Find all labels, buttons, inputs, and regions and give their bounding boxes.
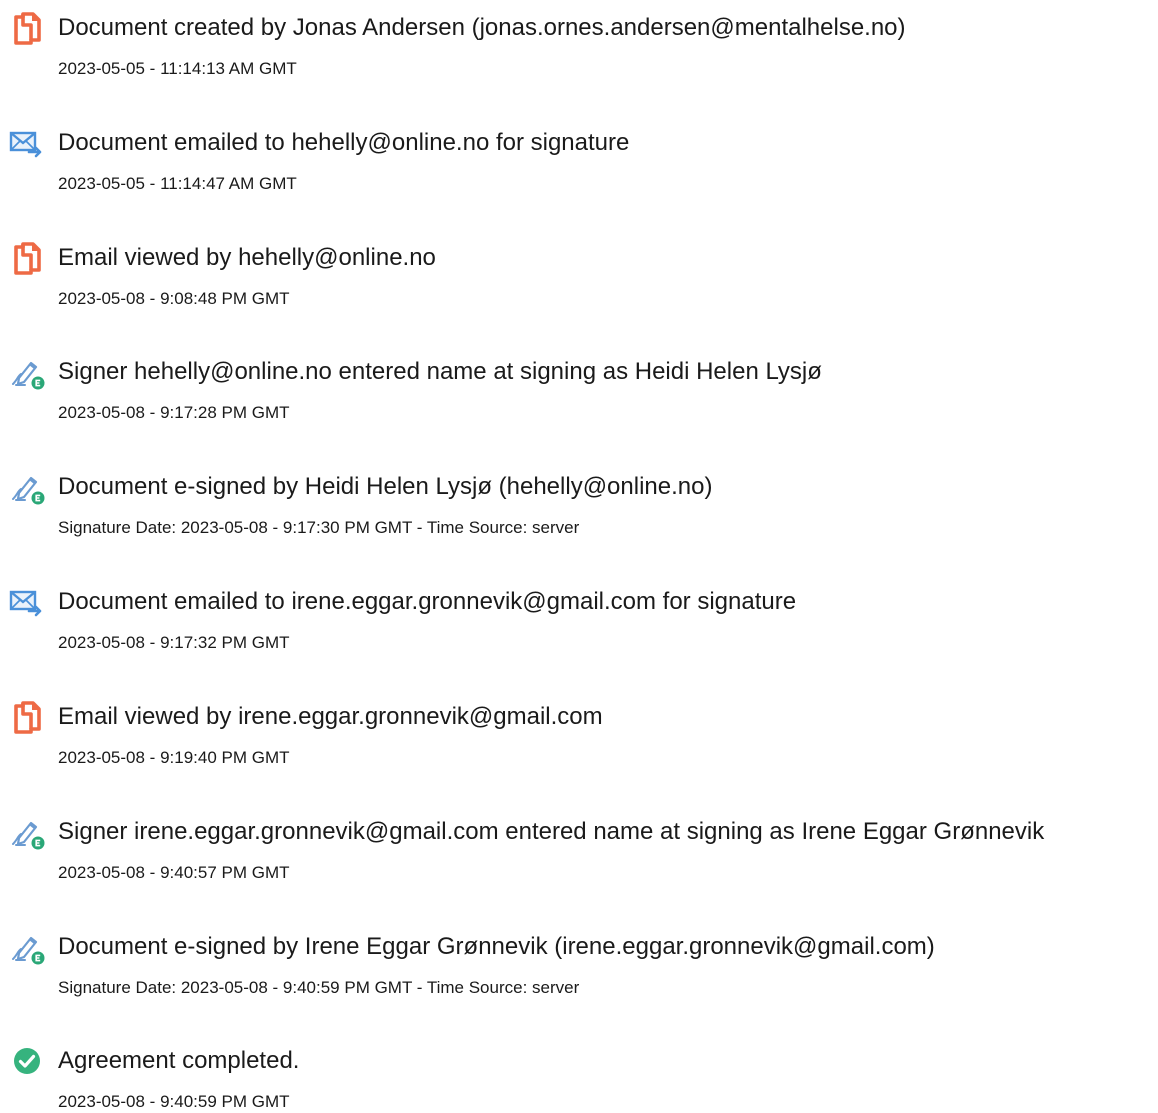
- event-title: Document created by Jonas Andersen (jona…: [58, 14, 906, 41]
- event-title: Agreement completed.: [58, 1047, 300, 1074]
- history-event: Document emailed to hehelly@online.no fo…: [0, 115, 1158, 195]
- event-title: Signer hehelly@online.no entered name at…: [58, 358, 822, 385]
- history-event: Document e-signed by Irene Eggar Grønnev…: [0, 919, 1158, 999]
- event-timestamp: 2023-05-08 - 9:40:57 PM GMT: [58, 863, 290, 882]
- event-timestamp: 2023-05-05 - 11:14:13 AM GMT: [58, 59, 297, 78]
- pen-signature-icon: [9, 814, 45, 850]
- event-title: Document emailed to hehelly@online.no fo…: [58, 129, 630, 156]
- event-timestamp: 2023-05-08 - 9:17:28 PM GMT: [58, 403, 290, 422]
- email-sent-icon: [9, 584, 45, 620]
- history-event: Signer irene.eggar.gronnevik@gmail.com e…: [0, 804, 1158, 884]
- event-timestamp: 2023-05-08 - 9:08:48 PM GMT: [58, 289, 290, 308]
- pen-signature-icon: [9, 929, 45, 965]
- pen-signature-icon: [9, 354, 45, 390]
- document-icon: [9, 10, 45, 46]
- check-circle-icon: [9, 1043, 45, 1079]
- history-event: Email viewed by irene.eggar.gronnevik@gm…: [0, 689, 1158, 769]
- history-event: Document created by Jonas Andersen (jona…: [0, 0, 1158, 80]
- history-event: Agreement completed. 2023-05-08 - 9:40:5…: [0, 1033, 1158, 1113]
- event-timestamp: 2023-05-08 - 9:19:40 PM GMT: [58, 748, 290, 767]
- event-timestamp: 2023-05-08 - 9:40:59 PM GMT: [58, 1092, 290, 1111]
- history-event: Email viewed by hehelly@online.no 2023-0…: [0, 230, 1158, 310]
- event-timestamp: 2023-05-08 - 9:17:32 PM GMT: [58, 633, 290, 652]
- signature-date: Signature Date: 2023-05-08 - 9:40:59 PM …: [58, 978, 580, 997]
- history-event: Document emailed to irene.eggar.gronnevi…: [0, 574, 1158, 654]
- event-title: Document e-signed by Irene Eggar Grønnev…: [58, 933, 935, 960]
- email-sent-icon: [9, 125, 45, 161]
- document-icon: [9, 240, 45, 276]
- event-title: Signer irene.eggar.gronnevik@gmail.com e…: [58, 818, 1045, 845]
- pen-signature-icon: [9, 469, 45, 505]
- event-title: Document emailed to irene.eggar.gronnevi…: [58, 588, 797, 615]
- event-title: Email viewed by irene.eggar.gronnevik@gm…: [58, 703, 603, 730]
- history-event: Document e-signed by Heidi Helen Lysjø (…: [0, 459, 1158, 539]
- event-title: Document e-signed by Heidi Helen Lysjø (…: [58, 473, 713, 500]
- history-event: Signer hehelly@online.no entered name at…: [0, 344, 1158, 424]
- event-timestamp: 2023-05-05 - 11:14:47 AM GMT: [58, 174, 297, 193]
- signature-date: Signature Date: 2023-05-08 - 9:17:30 PM …: [58, 518, 580, 537]
- document-icon: [9, 699, 45, 735]
- event-title: Email viewed by hehelly@online.no: [58, 244, 436, 271]
